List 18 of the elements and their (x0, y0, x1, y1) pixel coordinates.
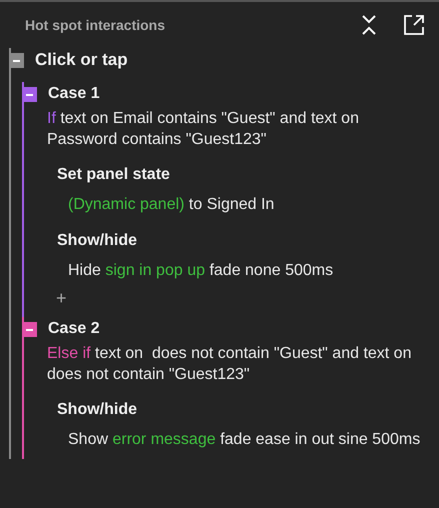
case-condition: Else if text on does not contain "Guest" and text on does not contain "Guest123" (47, 344, 412, 385)
pop-out-icon[interactable] (403, 14, 425, 36)
action-detail: Hide sign in pop up fade none 500ms (68, 261, 334, 281)
action-detail: Show error message fade ease in out sine 500ms (68, 430, 422, 450)
action-label: Show/hide (57, 231, 138, 251)
collapse-icon[interactable] (22, 322, 37, 336)
add-action-button[interactable]: + (54, 288, 69, 308)
panel-title: Hot spot interactions (25, 17, 166, 33)
case-label: Case 1 (48, 85, 100, 103)
case-label: Case 2 (48, 320, 100, 338)
event-label: Click or tap (35, 50, 128, 70)
collapse-all-icon[interactable] (361, 14, 377, 36)
collapse-icon[interactable] (22, 86, 37, 102)
action-label: Set panel state (57, 165, 171, 185)
action-detail: (Dynamic panel) to Signed In (68, 195, 276, 215)
case-condition: If text on Email contains "Guest" and text on Password contains "Guest123" (47, 109, 360, 150)
action-label: Show/hide (57, 400, 138, 420)
collapse-icon[interactable] (9, 52, 24, 68)
